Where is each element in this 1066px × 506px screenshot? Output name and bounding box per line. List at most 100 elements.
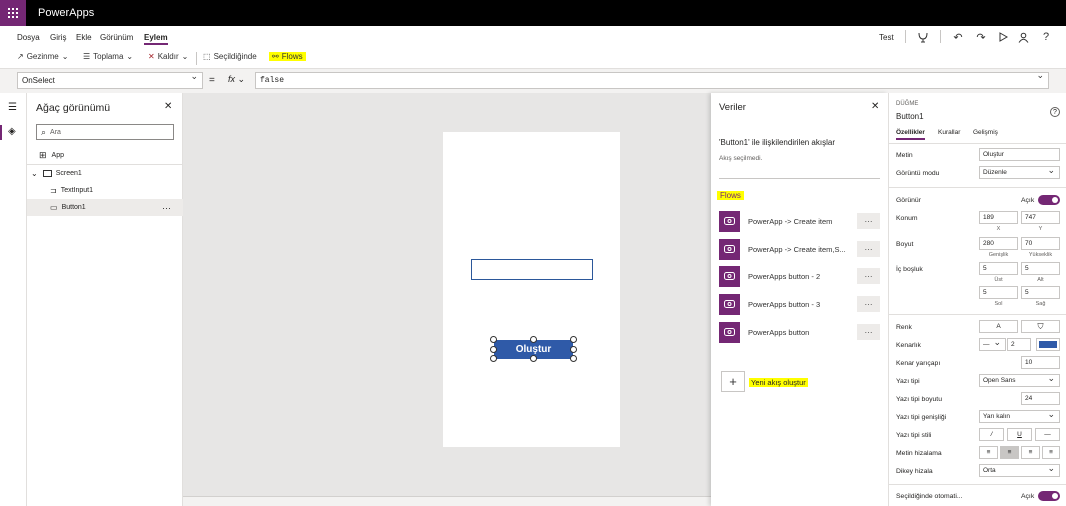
- underline-button[interactable]: U: [1007, 428, 1032, 441]
- resize-handle[interactable]: [530, 336, 537, 343]
- help-icon[interactable]: ?: [1039, 30, 1053, 44]
- padding-top-field[interactable]: 5: [979, 262, 1018, 275]
- left-sublabel: Sol: [994, 301, 1003, 307]
- tree-item-textinput1[interactable]: ⊐ TextInput1: [27, 182, 183, 199]
- menu-dosya[interactable]: Dosya: [17, 33, 40, 42]
- text-color-picker[interactable]: A: [979, 320, 1018, 333]
- fill-color-picker[interactable]: ⛉: [1021, 320, 1060, 333]
- formula-input[interactable]: false: [255, 71, 1049, 89]
- flow-item[interactable]: PowerApps button - 3 ···: [719, 293, 880, 315]
- align-left-button[interactable]: ≡: [979, 446, 998, 459]
- more-button[interactable]: ···: [857, 324, 880, 340]
- checker-icon[interactable]: [916, 30, 930, 44]
- width-field[interactable]: 280: [979, 237, 1018, 250]
- border-color-picker[interactable]: [1036, 338, 1060, 351]
- tab-properties[interactable]: Özellikler: [896, 129, 925, 140]
- layers-icon[interactable]: ◈: [8, 126, 16, 137]
- tree-item-screen1[interactable]: ⌄ Screen1: [27, 165, 183, 182]
- redo-icon[interactable]: ↷: [974, 30, 988, 44]
- close-icon[interactable]: ✕: [164, 101, 172, 112]
- tree-item-app[interactable]: ⊞ App: [27, 147, 183, 164]
- test-button[interactable]: Test: [879, 33, 894, 42]
- padding-left-field[interactable]: 5: [979, 286, 1018, 299]
- flow-item-label: PowerApps button: [748, 327, 810, 337]
- more-button[interactable]: ···: [857, 296, 880, 312]
- font-size-field[interactable]: 24: [1021, 392, 1060, 405]
- user-icon[interactable]: [1016, 30, 1030, 44]
- more-button[interactable]: ···: [857, 268, 880, 284]
- flow-item[interactable]: PowerApps button ···: [719, 321, 880, 343]
- display-mode-dropdown[interactable]: Düzenle: [979, 165, 1060, 179]
- more-button[interactable]: ···: [857, 213, 880, 229]
- help-icon[interactable]: ?: [1050, 107, 1060, 117]
- chevron-down-icon: ⌄: [31, 169, 38, 178]
- collect-button[interactable]: ☰ Toplama ⌄: [83, 52, 133, 61]
- position-x-field[interactable]: 189: [979, 211, 1018, 224]
- undo-icon[interactable]: ↶: [951, 30, 965, 44]
- border-style-dropdown[interactable]: —: [979, 337, 1006, 351]
- text-field[interactable]: Oluştur: [979, 148, 1060, 161]
- app-launcher-icon[interactable]: [0, 0, 26, 26]
- color-label: Renk: [896, 324, 912, 331]
- italic-icon: /: [990, 431, 993, 438]
- padding-right-field[interactable]: 5: [1021, 286, 1060, 299]
- play-icon[interactable]: [996, 30, 1010, 44]
- flow-item[interactable]: PowerApp -> Create item ···: [719, 210, 880, 232]
- property-dropdown[interactable]: OnSelect: [17, 71, 203, 89]
- visible-toggle[interactable]: [1038, 195, 1060, 205]
- padding-bottom-field[interactable]: 5: [1021, 262, 1060, 275]
- strikethrough-button[interactable]: —: [1035, 428, 1060, 441]
- color-a-value: A: [996, 323, 1001, 330]
- position-label: Konum: [896, 215, 918, 222]
- tab-advanced[interactable]: Gelişmiş: [973, 129, 998, 136]
- remove-button[interactable]: ✕ Kaldır ⌄: [148, 52, 188, 61]
- italic-button[interactable]: /: [979, 428, 1004, 441]
- align-label: Metin hizalama: [896, 450, 942, 457]
- tree-item-button1[interactable]: ▭ Button1 ···: [27, 199, 183, 216]
- resize-handle[interactable]: [570, 346, 577, 353]
- menu-ekle[interactable]: Ekle: [76, 33, 92, 42]
- resize-handle[interactable]: [490, 336, 497, 343]
- padding-bottom-value: 5: [1025, 265, 1029, 272]
- none-selected-text: Akış seçilmedi.: [719, 155, 763, 162]
- align-center-button[interactable]: ≡: [1000, 446, 1019, 459]
- align-justify-button[interactable]: ≡: [1042, 446, 1060, 459]
- search-input[interactable]: ⌕ Ara: [36, 124, 174, 140]
- font-dropdown[interactable]: Open Sans: [979, 373, 1060, 387]
- resize-handle[interactable]: [570, 336, 577, 343]
- resize-handle[interactable]: [490, 355, 497, 362]
- menu-giris[interactable]: Giriş: [50, 33, 66, 42]
- position-x-value: 189: [983, 214, 994, 221]
- text-label: Metin: [896, 152, 913, 159]
- fx-button[interactable]: fx ⌄: [228, 74, 245, 85]
- menu-eylem[interactable]: Eylem: [144, 33, 168, 45]
- font-weight-dropdown[interactable]: Yarı kalın: [979, 409, 1060, 423]
- more-button[interactable]: ···: [162, 203, 171, 213]
- canvas-textinput[interactable]: [471, 259, 593, 280]
- flows-label: Flows: [281, 52, 303, 61]
- radius-field[interactable]: 10: [1021, 356, 1060, 369]
- flow-item[interactable]: PowerApp -> Create item,S... ···: [719, 238, 880, 260]
- align-right-button[interactable]: ≡: [1021, 446, 1040, 459]
- more-button[interactable]: ···: [857, 241, 880, 257]
- resize-handle[interactable]: [530, 355, 537, 362]
- resize-handle[interactable]: [490, 346, 497, 353]
- valign-dropdown[interactable]: Orta: [979, 463, 1060, 477]
- height-field[interactable]: 70: [1021, 237, 1060, 250]
- position-y-field[interactable]: 747: [1021, 211, 1060, 224]
- resize-handle[interactable]: [570, 355, 577, 362]
- navigate-button[interactable]: ↗ Gezinme ⌄: [17, 52, 68, 61]
- menu-gorunum[interactable]: Görünüm: [100, 33, 133, 42]
- onselect-button[interactable]: ⬚ Seçildiğinde: [203, 52, 257, 61]
- hamburger-icon[interactable]: ☰: [8, 102, 17, 113]
- autodisable-toggle[interactable]: [1038, 491, 1060, 501]
- close-icon[interactable]: ✕: [871, 101, 879, 112]
- app-screen[interactable]: Oluştur: [443, 132, 620, 447]
- tree-item-label: App: [51, 152, 65, 159]
- border-width-field[interactable]: 2: [1007, 338, 1031, 351]
- flows-button[interactable]: ⚯ Flows: [269, 52, 306, 61]
- add-flow-icon[interactable]: +: [721, 371, 745, 392]
- new-flow-link[interactable]: Yeni akış oluştur: [749, 378, 808, 387]
- flow-item[interactable]: PowerApps button - 2 ···: [719, 265, 880, 287]
- tab-rules[interactable]: Kurallar: [938, 129, 960, 136]
